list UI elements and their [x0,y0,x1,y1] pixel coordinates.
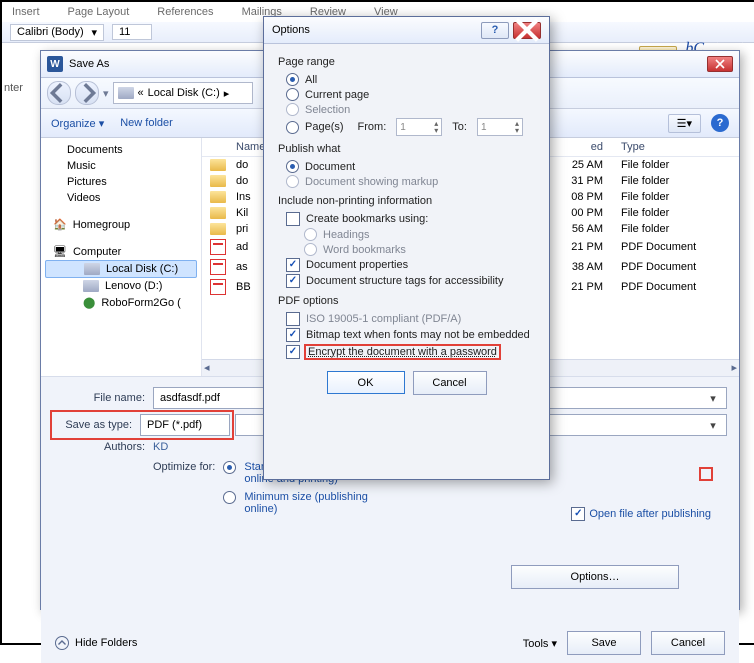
encrypt-checkbox[interactable]: Encrypt the document with a password [278,343,535,361]
checkbox-icon [571,507,585,521]
options-button[interactable]: Options… [511,565,679,589]
radio-icon [223,491,236,504]
sidebar: Documents Music Pictures Videos 🏠 Homegr… [41,138,202,376]
bitmap-text-checkbox[interactable]: Bitmap text when fonts may not be embedd… [278,327,535,343]
folder-icon [210,223,226,235]
page-from-input[interactable]: 1▴▾ [396,118,442,136]
drive-icon [118,87,134,99]
open-after-publish-checkbox[interactable]: Open file after publishing [571,507,711,521]
options-titlebar: Options ? [264,17,549,44]
sidebar-item-computer[interactable]: 🖥 Computer [41,243,201,260]
page-range-pages-radio[interactable]: Page(s) From: 1▴▾ To: 1▴▾ [278,117,535,137]
cancel-button[interactable]: Cancel [651,631,725,655]
publish-document-radio[interactable]: Document [278,159,535,174]
sidebar-item-homegroup[interactable]: 🏠 Homegroup [41,216,201,233]
radio-icon [223,461,236,474]
breadcrumb[interactable]: « Local Disk (C:) ▸ [113,82,253,104]
chevron-up-icon [55,636,69,650]
page-range-current-radio[interactable]: Current page [278,87,535,102]
sidebar-item-pictures[interactable]: Pictures [41,174,201,190]
folder-icon [210,207,226,219]
pdf-icon [210,259,226,275]
pdf-icon [210,239,226,255]
options-help-button[interactable]: ? [481,22,509,39]
options-title: Options [272,24,310,36]
tab-insert[interactable]: Insert [12,6,40,18]
word-icon: W [47,56,63,72]
sidebar-item-lenovo[interactable]: Lenovo (D:) [41,278,201,294]
save-as-type-label: Save as type: [54,419,140,431]
organize-button[interactable]: Organize ▾ [51,117,104,130]
font-size-dropdown[interactable]: 11 [112,24,152,40]
iso-checkbox[interactable]: ISO 19005-1 compliant (PDF/A) [278,311,535,327]
col-type: Type [603,141,731,153]
painter-fragment: nter [4,82,23,94]
optimize-label: Optimize for: [153,461,215,515]
folder-icon [210,191,226,203]
help-button[interactable]: ? [711,114,729,132]
file-name-label: File name: [53,392,153,404]
tools-dropdown[interactable]: Tools ▾ [523,637,557,650]
optimize-minimum-radio[interactable]: Minimum size (publishing online) [223,491,374,515]
nav-forward-button[interactable] [75,81,99,105]
sidebar-item-music[interactable]: Music [41,158,201,174]
options-cancel-button[interactable]: Cancel [413,371,487,395]
folder-icon [210,159,226,171]
options-dialog: Options ? Page range All Current page Se… [263,16,550,480]
sidebar-item-localc[interactable]: Local Disk (C:) [45,260,197,278]
authors-value[interactable]: KD [153,441,168,453]
nav-back-button[interactable] [47,81,71,105]
sidebar-item-documents[interactable]: Documents [41,142,201,158]
save-button[interactable]: Save [567,631,641,655]
sidebar-item-roboform[interactable]: ⬤RoboForm2Go ( [41,294,201,311]
page-range-selection-radio: Selection [278,102,535,117]
page-range-all-radio[interactable]: All [278,72,535,87]
tab-pagelayout[interactable]: Page Layout [68,6,130,18]
pdf-options-header: PDF options [278,295,535,307]
save-as-title: Save As [69,58,109,70]
save-as-type-dropdown[interactable]: PDF (*.pdf) [140,414,230,436]
options-ok-button[interactable]: OK [327,371,405,394]
drive-icon [84,263,100,275]
doc-properties-checkbox[interactable]: Document properties [278,257,535,273]
publish-what-header: Publish what [278,143,535,155]
pdf-icon [210,279,226,295]
page-to-input[interactable]: 1▴▾ [477,118,523,136]
structure-tags-checkbox[interactable]: Document structure tags for accessibilit… [278,273,535,289]
create-bookmarks-checkbox[interactable]: Create bookmarks using: [278,211,535,227]
font-name-dropdown[interactable]: Calibri (Body)▾ [10,24,104,41]
bookmarks-headings-radio: Headings [278,227,535,242]
nonprint-header: Include non-printing information [278,195,535,207]
options-close-button[interactable] [513,22,541,39]
bookmarks-word-radio: Word bookmarks [278,242,535,257]
authors-label: Authors: [53,441,153,453]
page-range-header: Page range [278,56,535,68]
save-as-close-button[interactable] [707,56,733,72]
view-mode-button[interactable]: ☰▾ [668,114,701,133]
sidebar-item-videos[interactable]: Videos [41,190,201,206]
folder-icon [210,175,226,187]
tab-references[interactable]: References [157,6,213,18]
publish-markup-radio: Document showing markup [278,174,535,189]
new-folder-button[interactable]: New folder [120,117,173,129]
drive-icon [83,280,99,292]
hide-folders-button[interactable]: Hide Folders [55,636,137,650]
